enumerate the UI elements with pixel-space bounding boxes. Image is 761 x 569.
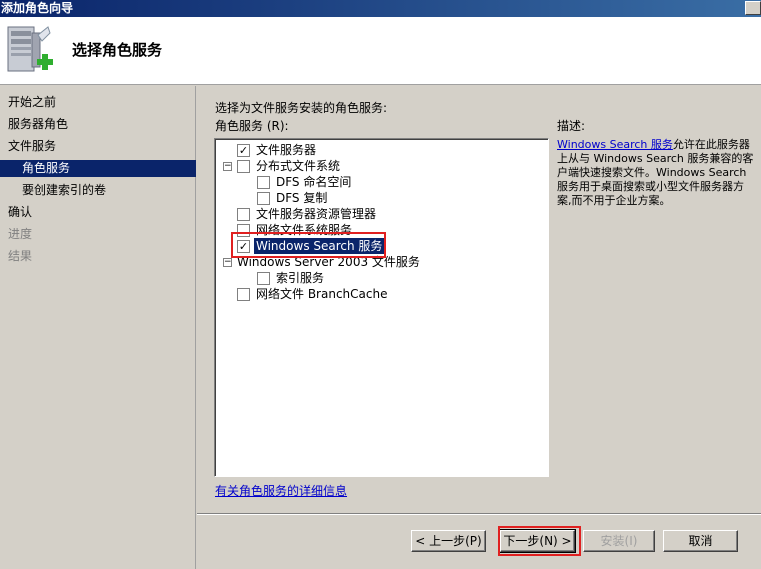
checkbox-fsrm[interactable]: [237, 208, 250, 221]
cancel-button[interactable]: 取消: [663, 530, 738, 552]
checkbox-file-server[interactable]: ✓: [237, 144, 250, 157]
page-title: 选择角色服务: [72, 41, 163, 59]
nav-item-results: 结果: [8, 249, 33, 263]
nav-item-role-services[interactable]: 角色服务: [0, 160, 196, 177]
install-button: 安装(I): [583, 530, 655, 552]
wizard-nav: 开始之前 服务器角色 文件服务 角色服务 要创建索引的卷 确认 进度 结果: [0, 86, 196, 569]
nav-item-confirmation[interactable]: 确认: [0, 204, 196, 221]
description-label: 描述:: [557, 119, 586, 133]
annotation-highlight-box: [231, 232, 386, 258]
more-info-link[interactable]: 有关角色服务的详细信息: [215, 482, 347, 499]
footer-divider: [197, 513, 761, 515]
window-title: 添加角色向导: [1, 1, 74, 15]
nav-item-file-services[interactable]: 文件服务: [0, 138, 196, 155]
window-title-bar[interactable]: 添加角色向导: [0, 0, 761, 17]
checkbox-indexing-service[interactable]: [257, 272, 270, 285]
checkbox-dfs[interactable]: [237, 160, 250, 173]
wizard-header: 选择角色服务: [0, 17, 761, 85]
annotation-highlight-box-next: [498, 526, 581, 556]
nav-item-progress: 进度: [8, 227, 33, 241]
server-add-icon: [7, 26, 53, 72]
instruction-text: 选择为文件服务安装的角色服务:: [215, 101, 388, 115]
role-services-label: 角色服务 (R):: [215, 119, 289, 133]
description-link[interactable]: Windows Search 服务: [557, 138, 673, 151]
role-services-tree[interactable]: ✓ 文件服务器 − 分布式文件系统 DFS 命名空间 DFS 复制 文件服务器资…: [214, 138, 549, 477]
checkbox-branchcache[interactable]: [237, 288, 250, 301]
collapse-icon[interactable]: −: [223, 258, 232, 267]
back-button[interactable]: < 上一步(P): [411, 530, 486, 552]
close-icon[interactable]: [745, 1, 761, 15]
checkbox-dfs-namespaces[interactable]: [257, 176, 270, 189]
description-text: Windows Search 服务允许在此服务器上从与 Windows Sear…: [557, 138, 754, 207]
nav-item-volumes-to-index[interactable]: 要创建索引的卷: [0, 182, 196, 199]
collapse-icon[interactable]: −: [223, 162, 232, 171]
checkbox-dfs-replication[interactable]: [257, 192, 270, 205]
nav-item-server-roles[interactable]: 服务器角色: [0, 116, 196, 133]
wizard-content: 选择为文件服务安装的角色服务: 角色服务 (R): ✓ 文件服务器 − 分布式文…: [197, 86, 761, 569]
nav-item-before-you-begin[interactable]: 开始之前: [0, 94, 196, 111]
